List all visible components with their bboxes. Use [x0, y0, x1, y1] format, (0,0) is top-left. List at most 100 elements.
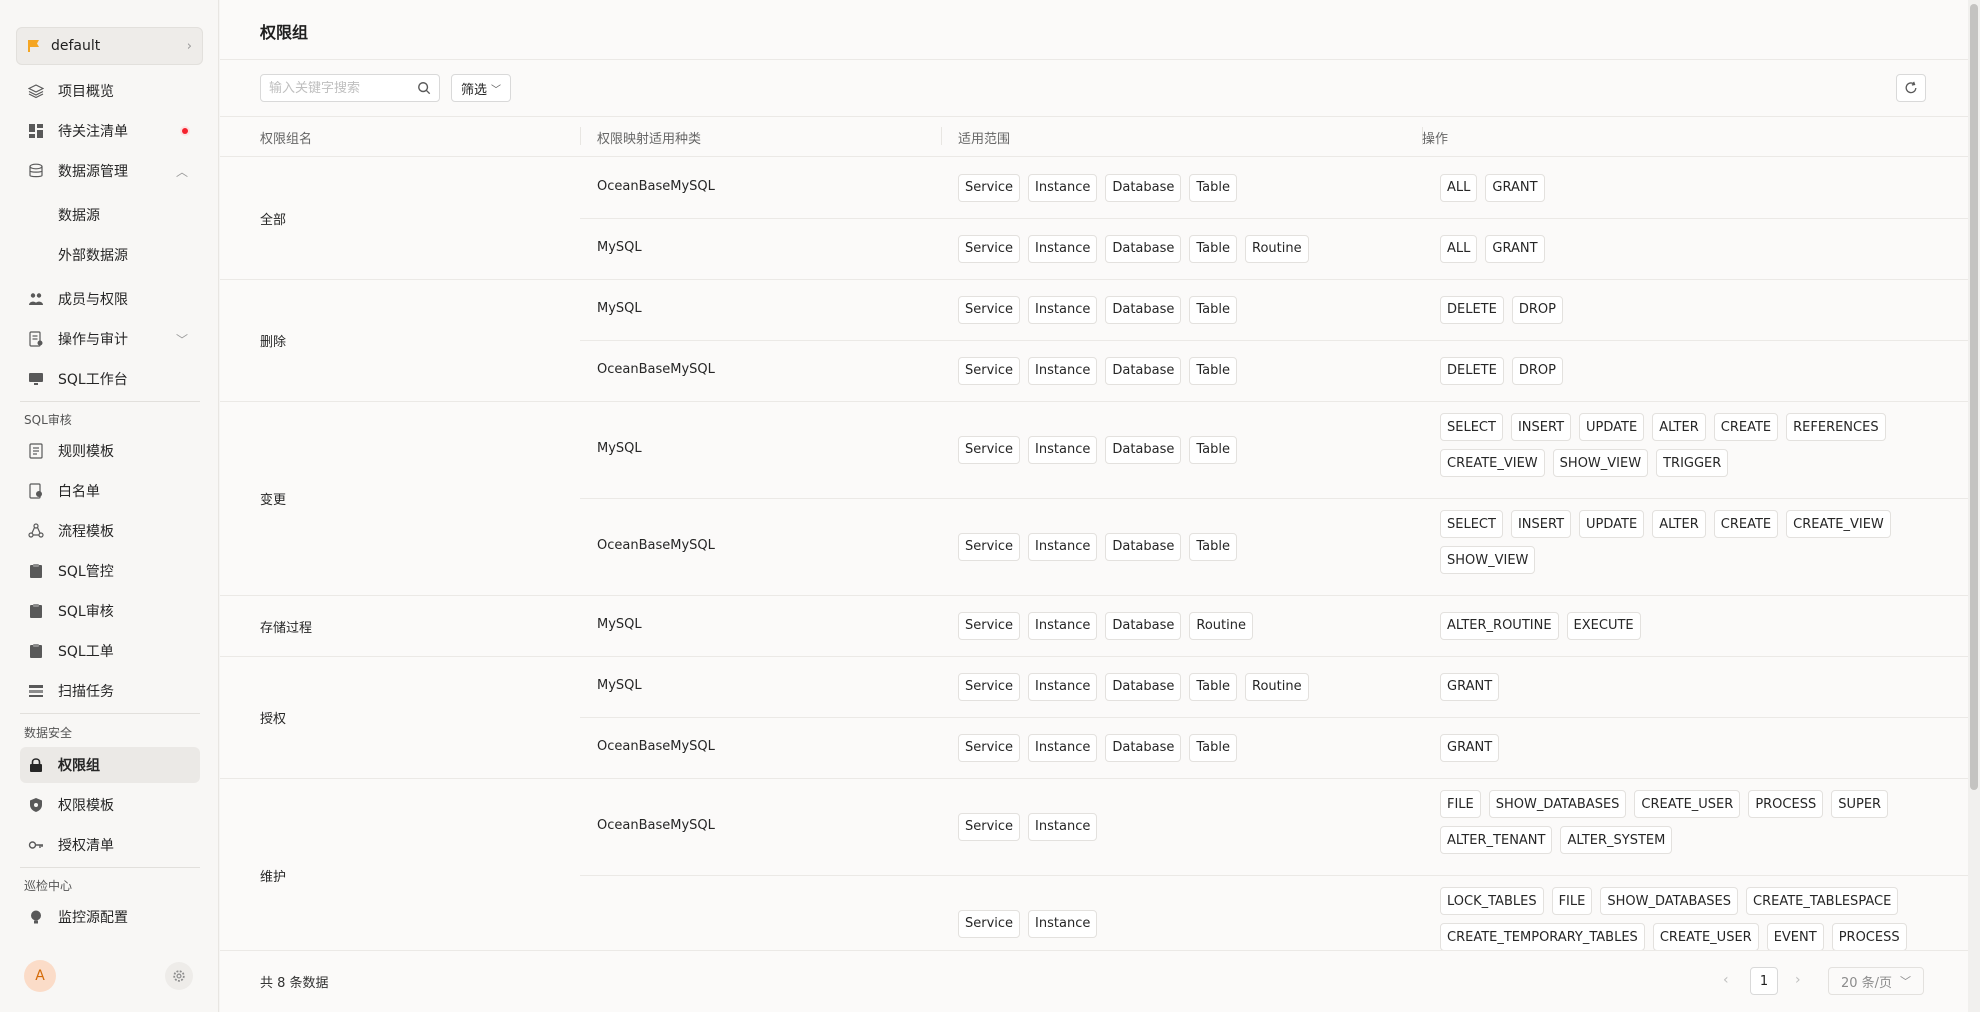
sidebar-item-permission-template[interactable]: 权限模板 — [20, 787, 200, 823]
scope-tag: Service — [958, 672, 1021, 701]
sidebar-item-watchlist[interactable]: 待关注清单 — [20, 113, 200, 149]
sidebar-item-label: 成员与权限 — [58, 292, 128, 308]
scope-tag: Database — [1105, 733, 1182, 762]
operation-tag: SELECT — [1440, 413, 1503, 441]
page-size-select[interactable]: 20 条/页 ﹀ — [1828, 967, 1924, 995]
operation-tag: ALTER_TENANT — [1440, 826, 1553, 854]
search-box[interactable] — [260, 74, 440, 102]
layers-icon — [28, 84, 44, 99]
members-icon — [29, 293, 43, 305]
group-divider — [220, 656, 1968, 657]
sidebar-item-label: 扫描任务 — [58, 684, 114, 700]
operation-tag: SELECT — [1440, 510, 1503, 538]
scope-tag: Routine — [1245, 234, 1309, 263]
avatar[interactable]: A — [24, 960, 56, 992]
clipboard-icon — [30, 564, 42, 578]
filter-button[interactable]: 筛选 ﹀ — [451, 74, 511, 102]
key-icon — [28, 841, 43, 849]
scope-tag: Database — [1105, 672, 1182, 701]
operation-tag: ALTER — [1652, 510, 1706, 538]
operation-tag: DELETE — [1440, 295, 1504, 324]
group-name: 全部 — [260, 213, 287, 228]
sidebar-item-scan-task[interactable]: 扫描任务 — [20, 673, 200, 709]
sidebar-item-label: 数据源管理 — [58, 164, 128, 180]
scope-tag: Database — [1105, 435, 1182, 464]
sidebar-item-monitor-config[interactable]: 监控源配置 — [20, 899, 200, 935]
project-switcher[interactable]: default › — [16, 27, 203, 65]
filter-label: 筛选 — [460, 82, 487, 98]
operation-tag: DELETE — [1440, 356, 1504, 385]
refresh-icon — [1905, 81, 1917, 94]
sidebar-divider — [20, 867, 200, 868]
sidebar-item-label: 授权清单 — [58, 838, 114, 854]
db-type: MySQL — [597, 616, 642, 632]
page-number[interactable]: 1 — [1750, 967, 1778, 995]
scope-tag: Instance — [1028, 173, 1098, 202]
search-icon[interactable] — [417, 81, 431, 95]
operation-tag: GRANT — [1440, 733, 1500, 762]
scope-tags: Service Instance — [958, 812, 1098, 841]
audit-icon — [29, 331, 43, 347]
scope-tags: Service Instance Database Table — [958, 532, 1237, 561]
scope-tag: Instance — [1028, 733, 1098, 762]
scope-tag: Service — [958, 532, 1021, 561]
sidebar-item-sql-ticket[interactable]: SQL工单 — [20, 633, 200, 669]
search-input[interactable] — [269, 80, 417, 96]
sidebar-item-sql-control[interactable]: SQL管控 — [20, 553, 200, 589]
sidebar-item-overview[interactable]: 项目概览 — [20, 73, 200, 109]
operation-tag: CREATE_VIEW — [1786, 510, 1891, 538]
scope-tag: Service — [958, 356, 1021, 385]
sidebar-item-authorization-list[interactable]: 授权清单 — [20, 827, 200, 863]
page-title: 权限组 — [260, 23, 309, 42]
column-header-operations: 操作 — [1422, 132, 1449, 147]
scope-tag: Instance — [1028, 435, 1098, 464]
scope-tag: Service — [958, 611, 1021, 640]
db-type: OceanBaseMySQL — [597, 817, 715, 833]
operation-tag: SHOW_VIEW — [1440, 546, 1536, 574]
sidebar-item-permission-group[interactable]: 权限组 — [20, 747, 200, 783]
sidebar: default › 项目概览 待关注清单 数据源管理 ︿ 数据源 外部数据源 成… — [0, 0, 219, 1012]
sidebar-item-members[interactable]: 成员与权限 — [20, 281, 200, 317]
column-header-db-type: 权限映射适用种类 — [597, 132, 702, 147]
scope-tag: Table — [1189, 356, 1237, 385]
sidebar-item-rule-template[interactable]: 规则模板 — [20, 433, 200, 469]
scrollbar-thumb[interactable] — [1970, 4, 1978, 790]
dashboard-icon — [29, 124, 43, 138]
operation-tag: SHOW_DATABASES — [1488, 790, 1627, 818]
shield-icon — [30, 798, 42, 812]
operation-tags: DELETE DROP — [1440, 295, 1940, 324]
operation-tags: GRANT — [1440, 733, 1940, 762]
operation-tag: SUPER — [1831, 790, 1889, 818]
operation-tag: DROP — [1511, 295, 1563, 324]
sidebar-item-label: 监控源配置 — [58, 910, 128, 926]
monitor-icon — [29, 373, 43, 385]
operation-tags: ALL GRANT — [1440, 234, 1940, 263]
sidebar-item-audit[interactable]: 操作与审计 ﹀ — [20, 321, 200, 357]
scope-tag: Instance — [1028, 672, 1098, 701]
sidebar-item-whitelist[interactable]: 白名单 — [20, 473, 200, 509]
scrollbar[interactable] — [1968, 0, 1980, 1012]
operation-tag: UPDATE — [1579, 510, 1645, 538]
scope-tag: Database — [1105, 173, 1182, 202]
chevron-left-icon[interactable]: ‹ — [1723, 972, 1729, 988]
chevron-up-icon: ︿ — [175, 164, 188, 179]
refresh-button[interactable] — [1896, 74, 1926, 102]
chevron-right-icon[interactable]: › — [1795, 972, 1801, 988]
sidebar-item-sql-review[interactable]: SQL审核 — [20, 593, 200, 629]
column-header-scope: 适用范围 — [958, 132, 1011, 147]
sidebar-item-sql-workbench[interactable]: SQL工作台 — [20, 361, 200, 397]
operation-tag: ALTER — [1652, 413, 1706, 441]
settings-button[interactable] — [165, 962, 193, 990]
sidebar-divider — [20, 401, 200, 402]
sidebar-item-datasource[interactable]: 数据源 — [20, 197, 200, 233]
operation-tag: SHOW_DATABASES — [1600, 887, 1738, 915]
section-data-security: 数据安全 — [24, 726, 73, 740]
sidebar-item-workflow-template[interactable]: 流程模板 — [20, 513, 200, 549]
scope-tag: Table — [1189, 295, 1237, 324]
sidebar-item-datasource-mgmt[interactable]: 数据源管理 ︿ — [20, 153, 200, 189]
operation-tag: UPDATE — [1579, 413, 1645, 441]
scope-tag: Service — [958, 909, 1021, 938]
scope-tag: Database — [1105, 611, 1182, 640]
sidebar-item-external-datasource[interactable]: 外部数据源 — [20, 237, 200, 273]
section-inspection: 巡检中心 — [24, 879, 73, 893]
